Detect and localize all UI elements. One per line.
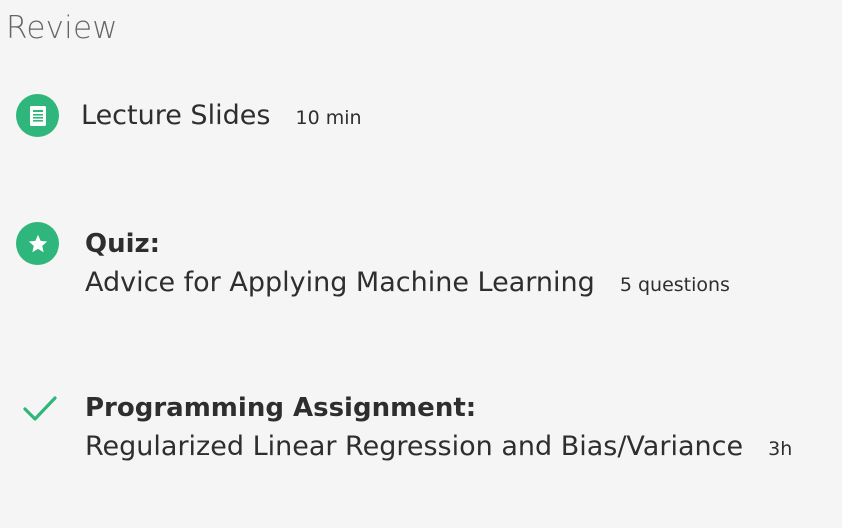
section-title: Review: [6, 10, 118, 46]
list-item-programming-assignment[interactable]: Programming Assignment: Regularized Line…: [0, 388, 842, 473]
item-title: Regularized Linear Regression and Bias/V…: [85, 431, 744, 462]
checkmark-icon: [23, 396, 57, 421]
document-icon: [16, 94, 59, 137]
item-question-count: 5 questions: [619, 274, 730, 296]
item-line: Lecture Slides 10 min: [81, 100, 362, 131]
item-duration: 3h: [768, 438, 793, 460]
item-duration: 10 min: [295, 107, 362, 129]
item-type-label: Quiz:: [85, 229, 161, 259]
item-line: Advice for Applying Machine Learning 5 q…: [85, 267, 730, 298]
list-item-quiz[interactable]: Quiz: Advice for Applying Machine Learni…: [0, 222, 842, 307]
item-type-label: Programming Assignment:: [85, 393, 477, 423]
star-icon: [16, 222, 59, 265]
item-title: Advice for Applying Machine Learning: [85, 267, 595, 298]
list-item-lecture-slides[interactable]: Lecture Slides 10 min: [0, 92, 842, 142]
review-section: Review Lecture Slides 10 min Quiz: Advic…: [0, 0, 842, 528]
item-title: Lecture Slides: [81, 100, 271, 131]
item-line: Regularized Linear Regression and Bias/V…: [85, 431, 792, 462]
